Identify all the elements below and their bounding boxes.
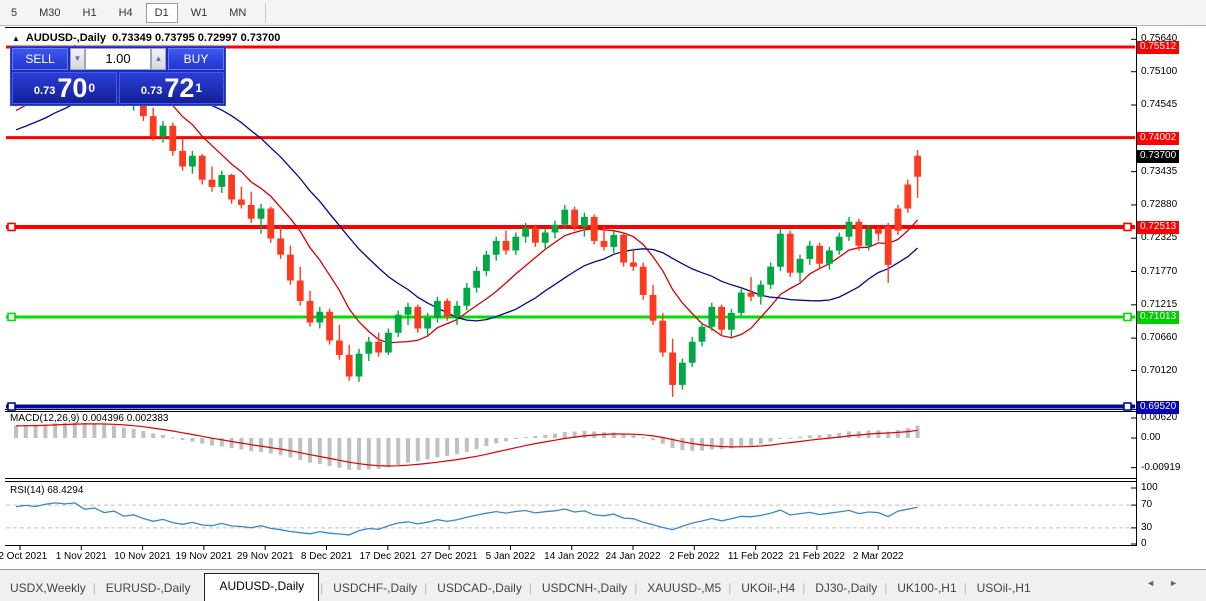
ask-pipette: 1 [195, 73, 202, 103]
tab-scroll-arrows: ◄► [1146, 578, 1192, 588]
chart-tab-xauusd-m5[interactable]: XAUUSD-,M5 [637, 576, 731, 601]
timeframe-button-m30[interactable]: M30 [30, 3, 69, 23]
date-axis-label: 29 Nov 2021 [237, 551, 294, 562]
buy-button[interactable]: BUY [168, 48, 224, 70]
macd-label: MACD(12,26,9) 0.004396 0.002383 [10, 413, 168, 424]
timeframe-button-h4[interactable]: H4 [110, 3, 142, 23]
date-axis-label: 11 Feb 2022 [728, 551, 783, 562]
date-axis-label: 27 Dec 2021 [421, 551, 478, 562]
axis-line-label: 0.71013 [1137, 311, 1179, 324]
timeframe-buttons: 5M30H1H4D1W1MN [0, 3, 257, 23]
volume-increase-button[interactable]: ▲ [151, 48, 166, 70]
chart-tab-uk100-h1[interactable]: UK100-,H1 [887, 576, 966, 601]
collapse-triangle-icon[interactable]: ▲ [12, 34, 20, 43]
chart-tab-usdx-weekly[interactable]: USDX,Weekly [0, 576, 96, 601]
axis-tick-label: 70 [1141, 499, 1152, 510]
tab-scroll-left-icon[interactable]: ◄ [1146, 578, 1169, 588]
rsi-pane-top-border [5, 481, 1136, 482]
timeframe-button-w1[interactable]: W1 [182, 3, 217, 23]
bid-prefix: 0.73 [34, 81, 55, 101]
ohlc-open: 0.73349 [112, 32, 152, 44]
date-axis-label: 2 Feb 2022 [669, 551, 720, 562]
axis-tick-label: 0.70120 [1141, 365, 1177, 376]
chart-tab-eurusd-daily[interactable]: EURUSD-,Daily [96, 576, 201, 601]
date-axis-label: 8 Dec 2021 [301, 551, 352, 562]
timeframe-button-h1[interactable]: H1 [74, 3, 106, 23]
timeframe-button-5[interactable]: 5 [2, 3, 26, 23]
macd-pane-bottom-border [5, 478, 1136, 479]
ask-prefix: 0.73 [141, 81, 162, 101]
axis-line-label: 0.72513 [1137, 221, 1179, 234]
chart-tab-usdcnh-daily[interactable]: USDCNH-,Daily [532, 576, 637, 601]
rsi-label: RSI(14) 68.4294 [10, 485, 83, 496]
date-axis-label: 22 Oct 2021 [0, 551, 47, 562]
ask-price-panel[interactable]: 0.73 72 1 [119, 72, 224, 104]
date-axis-label: 24 Jan 2022 [605, 551, 660, 562]
chart-tab-bar: USDX,WeeklyEURUSD-,DailyAUDUSD-,DailyUSD… [0, 569, 1206, 601]
axis-tick-label: -0.00919 [1141, 462, 1180, 473]
timeframe-button-d1[interactable]: D1 [146, 3, 178, 23]
date-axis-label: 10 Nov 2021 [114, 551, 171, 562]
chart-tab-usdcad-daily[interactable]: USDCAD-,Daily [427, 576, 532, 601]
chart-tab-usdchf-daily[interactable]: USDCHF-,Daily [323, 576, 427, 601]
date-axis-label: 14 Jan 2022 [544, 551, 599, 562]
macd-pane-top-border [5, 411, 1136, 412]
price-axis[interactable] [1136, 27, 1137, 546]
axis-tick-label: 30 [1141, 522, 1152, 533]
axis-tick-label: 0 [1141, 538, 1147, 549]
chart-symbol-period: AUDUSD-,Daily [26, 32, 106, 44]
volume-input[interactable]: 1.00 [85, 48, 151, 70]
ohlc-low: 0.72997 [198, 32, 238, 44]
axis-line-label: 0.75512 [1137, 41, 1179, 54]
rsi-pane-bottom-border [5, 545, 1136, 546]
bid-pipette: 0 [88, 73, 95, 103]
axis-tick-label: 0.00 [1141, 432, 1160, 443]
timeframe-button-mn[interactable]: MN [220, 3, 255, 23]
timeframe-toolbar: 5M30H1H4D1W1MN [0, 0, 1206, 26]
ohlc-high: 0.73795 [155, 32, 195, 44]
bid-price-panel[interactable]: 0.73 70 0 [12, 72, 117, 104]
axis-line-label: 0.74002 [1137, 132, 1179, 145]
chart-window [0, 27, 1206, 568]
axis-line-label: 0.73700 [1137, 150, 1179, 163]
axis-tick-label: 0.71770 [1141, 266, 1177, 277]
axis-tick-label: 0.70660 [1141, 332, 1177, 343]
axis-tick-label: 0.71215 [1141, 299, 1177, 310]
main-pane-top-border [5, 27, 1136, 28]
axis-tick-label: 0.74545 [1141, 99, 1177, 110]
axis-tick-label: 100 [1141, 482, 1158, 493]
axis-tick-label: 0.72880 [1141, 199, 1177, 210]
date-axis-label: 1 Nov 2021 [56, 551, 107, 562]
axis-tick-label: 0.73435 [1141, 166, 1177, 177]
date-axis-label: 5 Jan 2022 [486, 551, 536, 562]
bid-big-digits: 70 [57, 75, 87, 101]
date-axis-label: 21 Feb 2022 [789, 551, 845, 562]
volume-decrease-button[interactable]: ▼ [70, 48, 85, 70]
toolbar-separator [265, 3, 266, 23]
sell-button[interactable]: SELL [12, 48, 68, 70]
trading-platform-window: 5M30H1H4D1W1MN ▲ AUDUSD-,Daily 0.73349 0.… [0, 0, 1206, 601]
chart-tab-dj30-daily[interactable]: DJ30-,Daily [805, 576, 887, 601]
chart-title: ▲ AUDUSD-,Daily 0.73349 0.73795 0.72997 0… [12, 32, 280, 44]
volume-box: ▼ 1.00 ▲ [70, 48, 166, 70]
date-axis-label: 2 Mar 2022 [853, 551, 904, 562]
ohlc-close: 0.73700 [241, 32, 281, 44]
chart-tab-audusd-daily[interactable]: AUDUSD-,Daily [204, 573, 319, 601]
axis-tick-label: 0.75100 [1141, 66, 1177, 77]
axis-tick-label: 0.00620 [1141, 412, 1177, 423]
main-pane-bottom-border [5, 409, 1136, 410]
ask-big-digits: 72 [164, 75, 194, 101]
chart-tab-usoil-h1[interactable]: USOil-,H1 [967, 576, 1041, 601]
one-click-trading-widget: SELL ▼ 1.00 ▲ BUY 0.73 70 0 0.73 72 1 [10, 46, 226, 106]
chart-tab-ukoil-h4[interactable]: UKOil-,H4 [731, 576, 805, 601]
tab-scroll-right-icon[interactable]: ► [1169, 578, 1192, 588]
date-axis-label: 17 Dec 2021 [359, 551, 416, 562]
date-axis-label: 19 Nov 2021 [176, 551, 233, 562]
